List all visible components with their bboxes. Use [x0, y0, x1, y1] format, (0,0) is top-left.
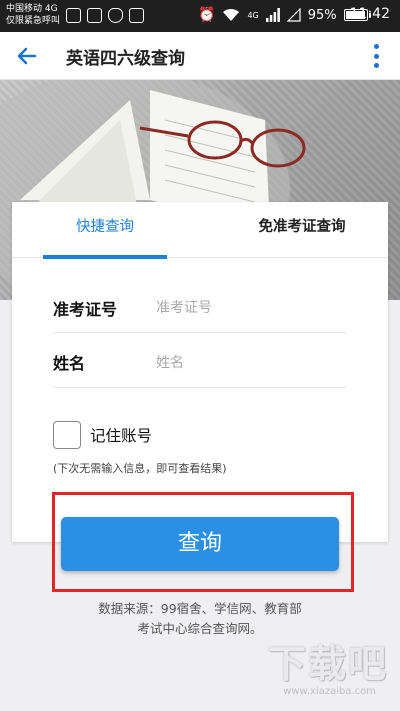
- ticket-number-input[interactable]: [156, 293, 346, 323]
- watermark-logo: 下载吧: [267, 642, 388, 686]
- clipboard-notification-icon: [129, 8, 144, 23]
- clock: 11:42: [349, 6, 390, 22]
- remember-account-checkbox[interactable]: [53, 421, 81, 449]
- highlight-box: [52, 492, 354, 592]
- name-input[interactable]: [156, 348, 346, 378]
- carrier-name: 中国移动 4G: [6, 4, 58, 14]
- more-vertical-icon[interactable]: [372, 44, 380, 68]
- carrier-status: 仅限紧急呼叫: [6, 16, 61, 26]
- signal-icon: [265, 8, 280, 22]
- remember-account-hint: (下次无需输入信息，即可查看结果): [53, 462, 227, 475]
- carrier-info: 中国移动 4G 仅限紧急呼叫: [6, 3, 60, 27]
- ticket-number-divider: [53, 332, 346, 333]
- gallery-notification-icon: [87, 8, 102, 23]
- notification-icons: [66, 8, 144, 23]
- ticket-number-label: 准考证号: [53, 300, 118, 319]
- system-icons: ⏰ 4G 95%: [198, 6, 371, 24]
- query-card: 快捷查询 免准考证查询 准考证号 姓名 记住账号 (下次无需输入信息，即可查看结…: [12, 202, 388, 542]
- tab-bar: 快捷查询 免准考证查询: [12, 202, 388, 259]
- tab-no-ticket-query[interactable]: 免准考证查询: [232, 202, 372, 258]
- name-label: 姓名: [53, 354, 86, 373]
- network-type: 4G: [247, 10, 259, 20]
- notification-app-icon: [66, 8, 81, 23]
- data-source-line1: 数据来源：99宿舍、学信网、教育部: [98, 601, 302, 616]
- arrow-left-icon[interactable]: [13, 42, 41, 70]
- status-bar: 中国移动 4G 仅限紧急呼叫 ⏰ 4G 95% 11:42: [0, 0, 400, 32]
- alarm-icon: ⏰: [198, 7, 216, 23]
- signal-empty-icon: [286, 8, 301, 22]
- page-title: 英语四六级查询: [66, 49, 185, 69]
- wifi-icon: [223, 8, 240, 21]
- tab-quick-query[interactable]: 快捷查询: [43, 202, 167, 259]
- shield-notification-icon: [108, 8, 123, 23]
- name-divider: [53, 387, 346, 388]
- remember-account-label[interactable]: 记住账号: [90, 424, 152, 446]
- battery-percent: 95%: [307, 7, 337, 23]
- watermark-url: www.xiazaiba.com: [283, 686, 376, 697]
- app-bar: 英语四六级查询: [0, 32, 400, 80]
